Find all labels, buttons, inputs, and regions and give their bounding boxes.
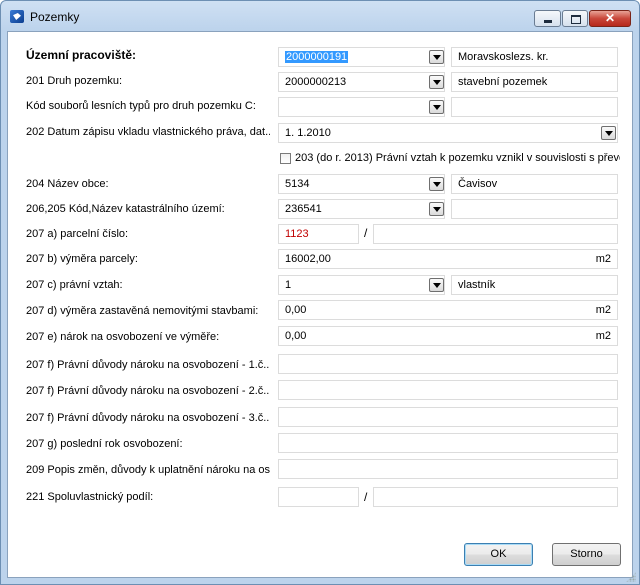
pravni-duvody-1-input[interactable]: [278, 354, 618, 374]
ok-button[interactable]: OK: [464, 543, 533, 566]
pravni-vztah-prevod-checkbox[interactable]: [280, 153, 291, 164]
nazev-obce-dropdown-icon[interactable]: [429, 177, 444, 191]
vymera-zastavena-input[interactable]: 0,00 m2: [278, 300, 618, 320]
popis-zmen-input[interactable]: [278, 459, 618, 479]
app-icon: [10, 10, 24, 23]
label-narok-osvobozeni: 207 e) nárok na osvobození ve výměře:: [26, 331, 220, 343]
katastralni-uzemi-code-input[interactable]: 236541: [278, 199, 445, 219]
kod-lesnich-typu-dropdown-icon[interactable]: [429, 100, 444, 114]
druh-pozemku-dropdown-icon[interactable]: [429, 75, 444, 89]
label-pravni-duvody-1: 207 f) Právní důvody nároku na osvobozen…: [26, 359, 270, 371]
unit-m2: m2: [595, 253, 611, 265]
nazev-obce-name-field: Čavisov: [451, 174, 618, 194]
label-pravni-duvody-3: 207 f) Právní důvody nároku na osvobozen…: [26, 412, 270, 424]
pravni-duvody-2-input[interactable]: [278, 380, 618, 400]
label-nazev-obce: 204 Název obce:: [26, 178, 109, 190]
spoluvlastnicky-podil-input[interactable]: [278, 487, 359, 507]
title-bar[interactable]: Pozemky ✕: [1, 1, 639, 31]
pravni-vztah-dropdown-icon[interactable]: [429, 278, 444, 292]
close-button[interactable]: ✕: [589, 10, 631, 27]
minimize-icon: [544, 20, 552, 23]
pravni-vztah-code-input[interactable]: 1: [278, 275, 445, 295]
datum-zapisu-calendar-dropdown-icon[interactable]: [601, 126, 616, 140]
form-area: Územní pracoviště: 2000000191 Moravskosl…: [7, 31, 633, 578]
label-pravni-vztah: 207 c) právní vztah:: [26, 279, 123, 291]
narok-osvobozeni-input[interactable]: 0,00 m2: [278, 326, 618, 346]
parcelni-cislo-separator: /: [364, 226, 368, 240]
narok-osvobozeni-value: 0,00: [285, 330, 307, 342]
spoluvlastnicky-podil-denominator-input[interactable]: [373, 487, 618, 507]
vymera-parcely-value: 16002,00: [285, 253, 331, 265]
minimize-button[interactable]: [534, 10, 561, 27]
unit-m2: m2: [595, 330, 611, 342]
label-pravni-duvody-2: 207 f) Právní důvody nároku na osvobozen…: [26, 385, 270, 397]
label-druh-pozemku: 201 Druh pozemku:: [26, 75, 122, 87]
uzemni-pracoviste-name-field: Moravskoslezs. kr.: [451, 47, 618, 67]
label-spoluvlastnicky-podil: 221 Spoluvlastnický podíl:: [26, 491, 154, 503]
label-datum-zapisu: 202 Datum zápisu vkladu vlastnického prá…: [26, 126, 270, 138]
spoluvlastnicky-podil-separator: /: [364, 490, 368, 504]
label-kod-lesnich-typu: Kód souborů lesních typů pro druh pozemk…: [26, 100, 256, 112]
katastralni-uzemi-name-field: [451, 199, 618, 219]
label-popis-zmen: 209 Popis změn, důvody k uplatnění nárok…: [26, 464, 270, 476]
uzemni-pracoviste-dropdown-icon[interactable]: [429, 50, 444, 64]
window-title: Pozemky: [30, 10, 80, 24]
posledni-rok-input[interactable]: [278, 433, 618, 453]
katastralni-uzemi-dropdown-icon[interactable]: [429, 202, 444, 216]
label-vymera-zastavena: 207 d) výměra zastavěná nemovitými stavb…: [26, 305, 259, 317]
kod-lesnich-typu-name-field: [451, 97, 618, 117]
label-uzemni-pracoviste: Územní pracoviště:: [26, 48, 137, 62]
pravni-vztah-name-field: vlastník: [451, 275, 618, 295]
label-posledni-rok: 207 g) poslední rok osvobození:: [26, 438, 183, 450]
parcelni-cislo-subnumber-input[interactable]: [373, 224, 618, 244]
kod-lesnich-typu-input[interactable]: [278, 97, 445, 117]
label-vymera-parcely: 207 b) výměra parcely:: [26, 253, 138, 265]
uzemni-pracoviste-code-input[interactable]: 2000000191: [278, 47, 445, 67]
datum-zapisu-input[interactable]: 1. 1.2010: [278, 123, 618, 143]
parcelni-cislo-input[interactable]: 1123: [278, 224, 359, 244]
maximize-icon: [571, 15, 581, 24]
pravni-vztah-prevod-label: 203 (do r. 2013) Právní vztah k pozemku …: [295, 152, 620, 164]
vymera-parcely-input[interactable]: 16002,00 m2: [278, 249, 618, 269]
cancel-button[interactable]: Storno: [552, 543, 621, 566]
nazev-obce-code-input[interactable]: 5134: [278, 174, 445, 194]
pravni-duvody-3-input[interactable]: [278, 407, 618, 427]
close-icon: ✕: [604, 11, 616, 25]
label-parcelni-cislo: 207 a) parcelní číslo:: [26, 228, 129, 240]
maximize-button[interactable]: [562, 10, 588, 27]
label-katastralni-uzemi: 206,205 Kód,Název katastrálního území:: [26, 203, 225, 215]
druh-pozemku-code-input[interactable]: 2000000213: [278, 72, 445, 92]
selected-text: 2000000191: [285, 51, 349, 63]
unit-m2: m2: [595, 304, 611, 316]
vymera-zastavena-value: 0,00: [285, 304, 307, 316]
druh-pozemku-name-field: stavební pozemek: [451, 72, 618, 92]
